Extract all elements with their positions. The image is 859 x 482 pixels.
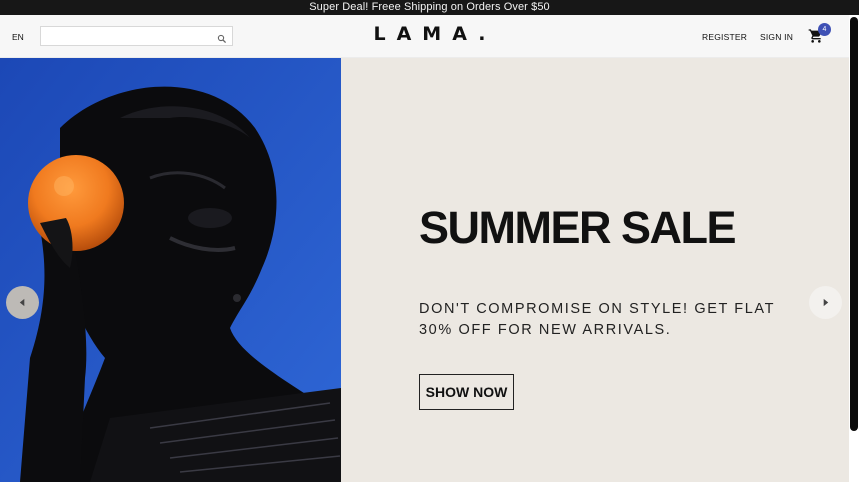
announcement-text: Super Deal! Freee Shipping on Orders Ove… [309,1,550,13]
sign-in-link[interactable]: SIGN IN [760,32,793,42]
arrow-left-icon [19,298,25,307]
register-link[interactable]: REGISTER [702,32,747,42]
navbar: EN LAMA. REGISTER SIGN IN 4 [0,15,859,58]
hero-info-panel [341,58,849,482]
hero-image [0,58,341,482]
show-now-button[interactable]: SHOW NOW [419,374,514,410]
announcement-bar: Super Deal! Freee Shipping on Orders Ove… [0,0,859,15]
next-slide-button[interactable] [809,286,842,319]
slide-description: DON'T COMPROMISE ON STYLE! GET FLAT 30% … [419,301,775,338]
slide-title: SUMMER SALE [419,202,737,253]
cart-count-badge: 4 [818,23,831,36]
scrollbar-thumb[interactable] [850,17,858,431]
previous-slide-button[interactable] [6,286,39,319]
model-photo [0,58,341,482]
arrow-right-icon [823,298,829,307]
